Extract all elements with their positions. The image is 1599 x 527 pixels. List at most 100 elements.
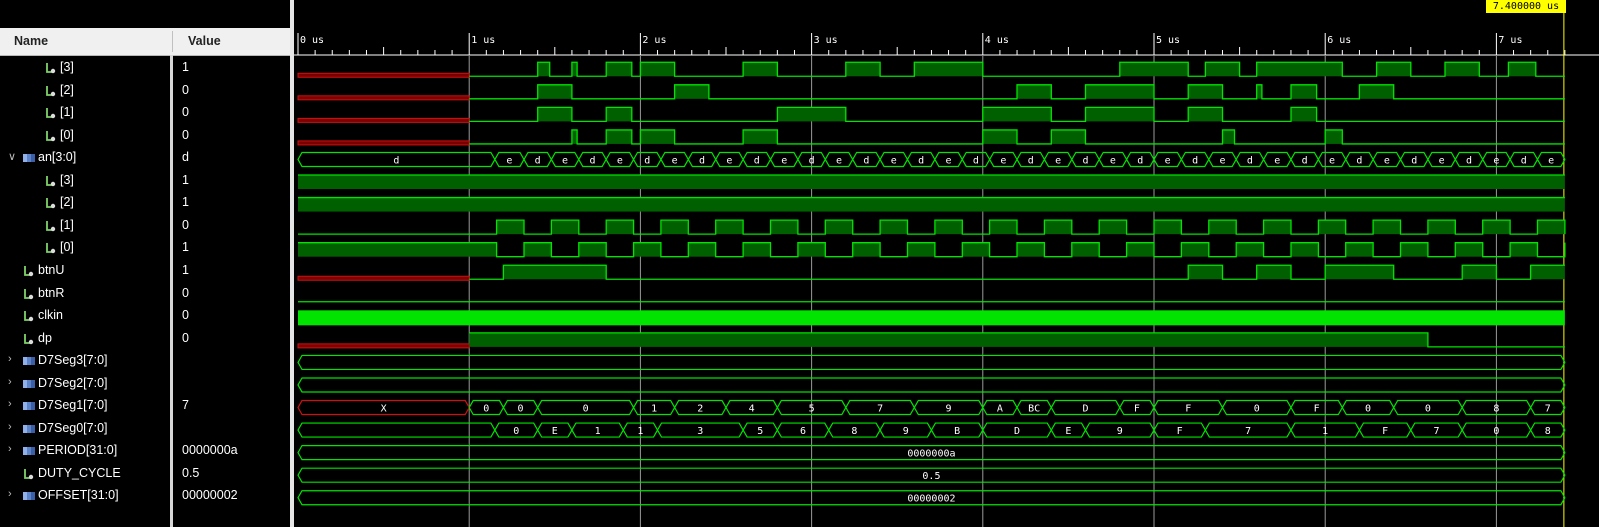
- signal-row[interactable]: › PERIOD[31:0] 0000000a: [0, 440, 290, 462]
- bus-value-label: 1: [595, 426, 601, 437]
- signal-row[interactable]: [3] 1: [0, 57, 290, 79]
- bus-value-label: 8: [1493, 404, 1499, 415]
- expand-toggle-icon[interactable]: ›: [8, 443, 18, 455]
- signal-row[interactable]: btnU 1: [0, 260, 290, 282]
- high-level-fill: [571, 129, 578, 144]
- expand-toggle-icon[interactable]: ›: [8, 398, 18, 410]
- signal-name: DUTY_CYCLE: [38, 465, 121, 480]
- high-level-fill: [1236, 242, 1264, 257]
- signal-name: an[3:0]: [38, 150, 77, 165]
- bus-value-label: d: [973, 155, 979, 166]
- signal-row[interactable]: › D7Seg2[7:0]: [0, 373, 290, 395]
- bus-value-label: e: [836, 155, 842, 166]
- high-level-fill: [674, 84, 709, 99]
- bus-segment: [297, 354, 1566, 371]
- bus-value-label: F: [1134, 404, 1140, 415]
- high-level-fill: [606, 107, 632, 122]
- bit-signal-icon: [46, 175, 56, 186]
- high-level-fill: [1126, 242, 1154, 257]
- bus-value-label: d: [863, 155, 869, 166]
- high-level-fill: [1345, 242, 1374, 257]
- signal-row[interactable]: › OFFSET[31:0] 00000002: [0, 485, 290, 507]
- undefined-segment: [297, 275, 470, 281]
- signal-value: 1: [182, 60, 189, 74]
- high-level-fill: [1044, 220, 1072, 235]
- expand-toggle-icon[interactable]: ›: [8, 353, 18, 365]
- signal-row[interactable]: btnR 0: [0, 283, 290, 305]
- bus-value-label: 7: [877, 404, 883, 415]
- signal-row[interactable]: DUTY_CYCLE 0.5: [0, 463, 290, 485]
- signal-row[interactable]: [0] 1: [0, 237, 290, 259]
- bit-signal-icon: [46, 220, 56, 232]
- signal-name: btnU: [38, 262, 65, 277]
- bus-value-label: B: [954, 426, 960, 437]
- bus-value-label: 0: [1425, 404, 1431, 415]
- cursor-time-marker[interactable]: 7.400000 us: [1486, 0, 1566, 13]
- signal-name: PERIOD[31:0]: [38, 443, 118, 458]
- high-level-fill: [825, 220, 853, 235]
- high-level-fill: [1017, 84, 1052, 99]
- high-level-fill: [1359, 84, 1394, 99]
- bus-value-label: F: [1382, 426, 1388, 437]
- bus-value-label: 0: [513, 426, 519, 437]
- bus-value-label: e: [1274, 155, 1280, 166]
- bus-value-label: d: [809, 155, 815, 166]
- signal-row[interactable]: [2] 1: [0, 192, 290, 214]
- signal-row[interactable]: [3] 1: [0, 170, 290, 192]
- signal-row[interactable]: [1] 0: [0, 102, 290, 124]
- bus-value-label: e: [1110, 155, 1116, 166]
- bus-signal-icon: [23, 379, 35, 388]
- bus-value-label: d: [754, 155, 760, 166]
- bit-signal-icon: [24, 288, 34, 299]
- time-label: 2 us: [642, 35, 666, 46]
- signal-row[interactable]: › D7Seg0[7:0]: [0, 418, 290, 440]
- waveform-panel[interactable]: 0 us 1 us 2 us 3 us 4 us 5 us 6 us 7 us d e d e d e d e…: [294, 0, 1599, 527]
- collapse-toggle-icon[interactable]: ∨: [8, 150, 18, 163]
- signal-name: D7Seg2[7:0]: [38, 375, 108, 390]
- name-column-header[interactable]: Name: [14, 28, 48, 55]
- expand-toggle-icon[interactable]: ›: [8, 376, 18, 388]
- bus-signal-icon: [23, 492, 35, 501]
- expand-toggle-icon[interactable]: ›: [8, 421, 18, 433]
- bus-value-label: 0: [1254, 404, 1260, 415]
- bus-value-label: e: [562, 155, 568, 166]
- signal-row[interactable]: dp 0: [0, 328, 290, 350]
- high-level-fill: [571, 62, 578, 77]
- bus-value-label: 0.5: [922, 471, 940, 482]
- signal-value: 00000002: [182, 488, 238, 503]
- high-level-fill: [1181, 242, 1209, 257]
- signal-row[interactable]: clkin 0: [0, 305, 290, 327]
- signal-row[interactable]: › D7Seg1[7:0] 7: [0, 395, 290, 417]
- signal-row[interactable]: [0] 0: [0, 125, 290, 147]
- time-label: 4 us: [985, 35, 1009, 46]
- waveform-canvas[interactable]: 0 us 1 us 2 us 3 us 4 us 5 us 6 us 7 us d e d e d e d e…: [294, 0, 1599, 527]
- signal-row[interactable]: [2] 0: [0, 80, 290, 102]
- bus-value-label: e: [1384, 155, 1390, 166]
- signal-value: 0: [182, 82, 189, 97]
- high-level-fill: [743, 129, 778, 144]
- high-level-fill: [1530, 265, 1565, 280]
- signal-row[interactable]: › D7Seg3[7:0]: [0, 350, 290, 372]
- bus-value-label: 7: [1433, 426, 1439, 437]
- signal-value: 0: [182, 217, 189, 232]
- bus-value-label: e: [946, 155, 952, 166]
- expand-toggle-icon[interactable]: ›: [8, 488, 18, 500]
- bus-value-label: 1: [651, 404, 657, 415]
- high-level-fill: [852, 242, 881, 257]
- column-separator[interactable]: [172, 31, 173, 52]
- high-level-fill: [962, 242, 990, 257]
- signal-row[interactable]: [1] 0: [0, 215, 290, 237]
- bus-value-label: e: [1329, 155, 1335, 166]
- bus-value-label: 3: [697, 426, 703, 437]
- value-column-header[interactable]: Value: [188, 28, 221, 55]
- signal-row[interactable]: ∨ an[3:0] d: [0, 147, 290, 169]
- signal-name: D7Seg3[7:0]: [38, 353, 108, 368]
- bus-value-label: e: [781, 155, 787, 166]
- high-level-fill: [606, 220, 634, 235]
- signal-value: 0.5: [182, 465, 200, 480]
- high-level-fill: [298, 242, 497, 257]
- bus-value-label: e: [1055, 155, 1061, 166]
- bus-value-label: d: [1521, 155, 1527, 166]
- high-level-fill: [797, 242, 826, 257]
- high-level-fill: [1508, 62, 1536, 77]
